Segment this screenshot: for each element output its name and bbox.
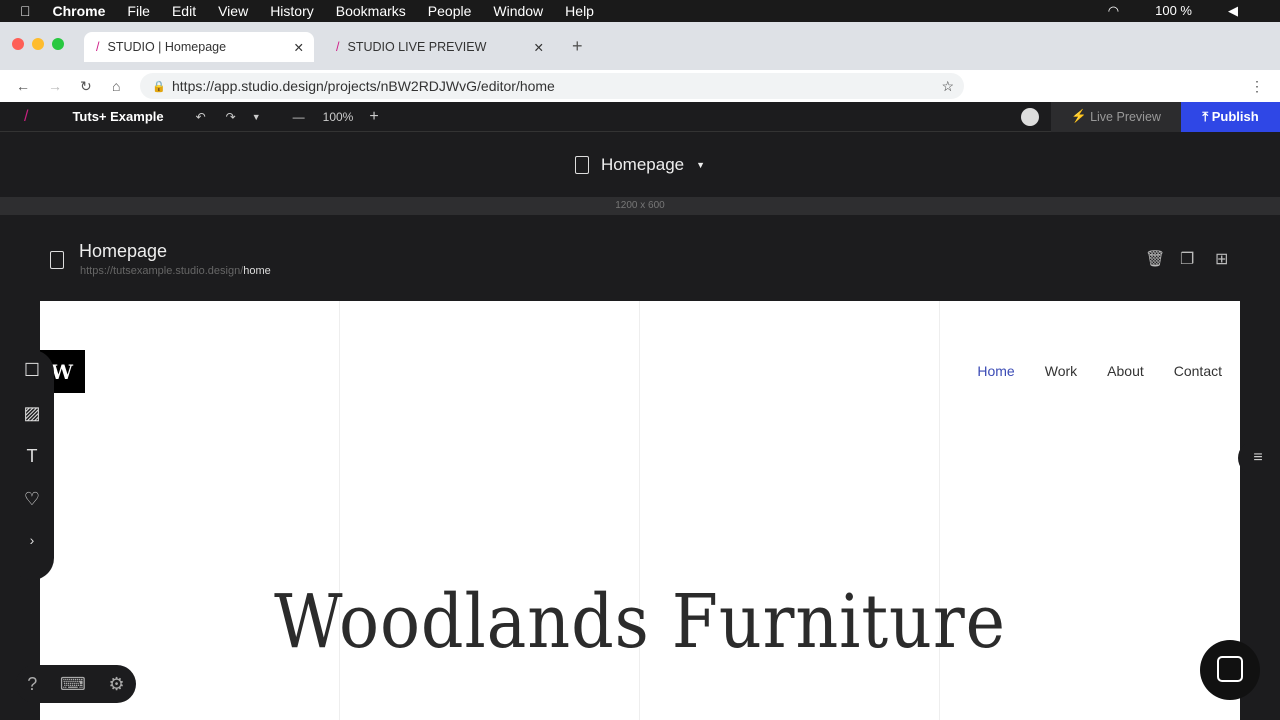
add-page-icon[interactable]: ⊞ [1215,249,1228,269]
close-tab-icon[interactable]: ✕ [534,40,544,55]
page-icon [574,155,589,174]
bookmark-star-icon[interactable]: ☆ [941,78,954,95]
chevron-right-icon[interactable]: › [30,532,35,548]
page-title: Homepage [79,241,168,261]
hero-title[interactable]: Woodlands Furniture [100,579,1180,665]
chat-icon [1217,656,1243,682]
live-preview-label: Live Preview [1090,109,1161,124]
close-tab-icon[interactable]: ✕ [294,40,304,55]
tab-title: STUDIO | Homepage [107,40,227,54]
battery-status[interactable]: 100 % [1155,3,1192,19]
page-selector-label: Homepage [600,154,685,174]
studio-icon: / [96,40,100,54]
tab-title: STUDIO LIVE PREVIEW [347,40,487,54]
help-icon[interactable]: ? [27,674,37,695]
tab-studio-homepage[interactable]: / STUDIO | Homepage ✕ [84,32,314,62]
keyboard-icon[interactable]: ⌨ [60,674,86,695]
project-name[interactable]: Tuts+ Example [72,109,163,124]
nav-work[interactable]: Work [1045,363,1077,379]
menu-view[interactable]: View [218,3,248,19]
chevron-down-icon: ▼ [696,159,706,170]
url-text: https://app.studio.design/projects/nBW2R… [172,78,555,94]
lock-icon: 🔒 [152,80,166,93]
canvas-size: 1200 x 600 [615,200,665,211]
redo-icon[interactable]: ↷ [226,110,236,124]
home-icon[interactable]: ⌂ [112,78,120,94]
wifi-icon[interactable]: ◠ [1108,3,1119,19]
page-url-slug[interactable]: home [243,265,271,277]
undo-icon[interactable]: ↶ [196,110,206,124]
editor-toolbar: / Tuts+ Example ↶ ↷ ▼ — 100% + ⚡ Live Pr… [0,101,1280,132]
reload-icon[interactable]: ↻ [80,78,92,95]
forward-icon[interactable]: → [48,78,62,94]
box-icon[interactable]: ☐ [24,360,40,381]
publish-label: Publish [1211,109,1259,124]
settings-icon[interactable]: ⚙ [109,674,125,695]
publish-button[interactable]: ⤒ Publish [1181,101,1280,132]
studio-logo-icon[interactable]: / [24,108,28,126]
history-dropdown-icon[interactable]: ▼ [252,112,261,122]
menu-app[interactable]: Chrome [53,3,106,19]
back-icon[interactable]: ← [16,78,30,94]
site-nav: Home Work About Contact [977,363,1222,379]
page-url-base: https://tutsexample.studio.design/ [80,265,244,277]
menu-help[interactable]: Help [565,3,594,19]
menu-edit[interactable]: Edit [172,3,196,19]
zoom-level: 100% [322,109,354,124]
window-controls [12,38,64,50]
zoom-in-icon[interactable]: + [369,108,378,126]
chat-button[interactable] [1200,640,1260,700]
mac-menubar:  Chrome File Edit View History Bookmark… [0,0,1280,22]
close-window-button[interactable] [12,38,24,50]
nav-about[interactable]: About [1107,363,1144,379]
page-icon [50,251,64,269]
layers-icon[interactable]: ≡ [1238,440,1278,476]
menu-people[interactable]: People [428,3,472,19]
apple-icon[interactable]:  [20,3,31,19]
minimize-window-button[interactable] [32,38,44,50]
menu-history[interactable]: History [270,3,314,19]
menu-file[interactable]: File [127,3,150,19]
menu-bookmarks[interactable]: Bookmarks [336,3,406,19]
help-toolbar: ? ⌨ ⚙ [16,665,136,703]
nav-home[interactable]: Home [977,363,1014,379]
page-header: Homepage https://tutsexample.studio.desi… [0,215,1280,301]
heart-icon[interactable]: ♡ [24,489,40,510]
chrome-menu-icon[interactable]: ⋮ [1250,78,1264,95]
url-input[interactable]: 🔒 https://app.studio.design/projects/nBW2… [140,73,964,99]
studio-icon: / [336,40,340,54]
design-canvas[interactable]: W Home Work About Contact Woodlands Furn… [40,301,1240,720]
nav-contact[interactable]: Contact [1174,363,1222,379]
lightning-icon: ⚡ [1071,109,1091,123]
menu-window[interactable]: Window [493,3,543,19]
live-preview-button[interactable]: ⚡ Live Preview [1051,101,1181,132]
address-bar-row: ← → ↻ ⌂ 🔒 https://app.studio.design/proje… [0,70,1280,102]
zoom-out-icon[interactable]: — [293,110,305,124]
volume-icon[interactable]: ◀ [1228,3,1238,19]
image-icon[interactable]: ▨ [23,403,40,424]
upload-icon: ⤒ [1202,108,1212,124]
zoom-window-button[interactable] [52,38,64,50]
duplicate-icon[interactable]: ❐ [1180,249,1194,269]
text-icon[interactable]: T [27,446,38,467]
avatar[interactable] [1021,107,1039,126]
breakpoint-ruler[interactable]: 1200 x 600 [0,197,1280,215]
element-toolbar: ☐ ▨ T ♡ › [10,350,54,580]
tab-live-preview[interactable]: / STUDIO LIVE PREVIEW ✕ [324,32,554,62]
page-selector[interactable]: Homepage ▼ [0,132,1280,197]
new-tab-button[interactable]: + [572,36,583,57]
trash-icon[interactable]: 🗑 [1145,249,1165,269]
